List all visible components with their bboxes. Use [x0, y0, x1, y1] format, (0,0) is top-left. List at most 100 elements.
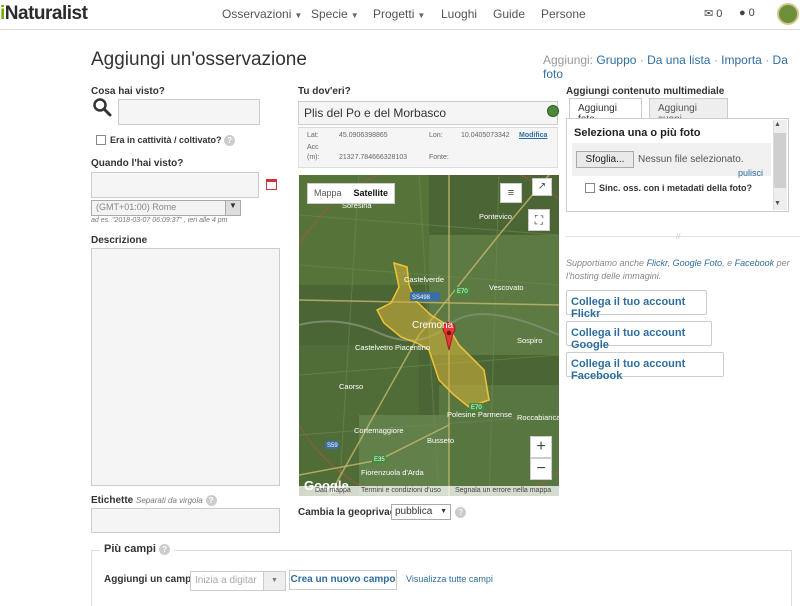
map-label-fiorenzuola: Fiorenzuola d'Arda — [361, 468, 425, 477]
what-label: Cosa hai visto? — [91, 86, 165, 97]
flickr-link[interactable]: Flickr — [647, 258, 668, 268]
tags-input[interactable] — [91, 508, 280, 533]
map-label-sospiro: Sospiro — [517, 336, 542, 345]
map-label-caorso: Caorso — [339, 382, 363, 391]
tab-add-photo[interactable]: Aggiungi foto — [569, 98, 642, 125]
road-label: E35 — [374, 457, 385, 463]
connect-facebook-button[interactable]: Collega il tuo account Facebook — [566, 352, 724, 382]
help-icon[interactable]: ? — [159, 543, 171, 555]
timezone-select[interactable]: (GMT+01:00) Rome — [91, 200, 241, 216]
add-from-list-link[interactable]: Da una lista — [647, 53, 710, 67]
help-icon[interactable]: ? — [455, 507, 466, 518]
map-terms-link[interactable]: Termini e condizioni d'uso — [361, 487, 441, 494]
map-tab-map[interactable]: Mappa — [308, 184, 348, 202]
nav-observations[interactable]: Osservazioni ▼ — [222, 7, 302, 21]
user-avatar[interactable] — [777, 3, 799, 25]
tags-label: Etichette Separati da virgola ? — [91, 495, 217, 506]
calendar-icon[interactable] — [266, 179, 277, 190]
geoprivacy-select[interactable]: pubblica ▼ — [391, 504, 451, 520]
speech-bubble-icon: ● — [739, 7, 746, 19]
more-fields-title: Più campi ? — [100, 543, 175, 555]
species-input[interactable] — [118, 99, 260, 125]
facebook-link[interactable]: Facebook — [735, 258, 775, 268]
road-label: E70 — [471, 405, 482, 411]
view-all-fields-link[interactable]: Visualizza tutte campi — [406, 574, 493, 584]
date-example: ad es. "2018-03-07 06:09:37" , ieri alle… — [91, 217, 228, 224]
tab-add-sound[interactable]: Aggiungi suoni — [649, 98, 728, 125]
chevron-down-icon[interactable]: ▼ — [225, 201, 240, 215]
add-field-label: Aggiungi un campo — [104, 574, 198, 585]
lon-label: Lon: — [429, 132, 443, 139]
location-label: Tu dov'eri? — [298, 86, 351, 97]
nav-people[interactable]: Persone — [541, 7, 586, 21]
nav-places[interactable]: Luoghi — [441, 7, 477, 21]
acc-value: 21327.784666328103 — [339, 154, 408, 161]
sync-metadata-label: Sinc. oss. con i metadati della foto? — [599, 183, 753, 193]
description-label: Descrizione — [91, 235, 148, 246]
media-label: Aggiungi contenuto multimediale — [566, 86, 725, 97]
notifications-link[interactable]: ● 0 — [739, 7, 755, 19]
layers-icon[interactable]: ≡ — [500, 183, 522, 203]
add-via-links: Aggiungi: Gruppo · Da una lista · Import… — [543, 53, 788, 81]
no-file-text: Nessun file selezionato. — [638, 154, 744, 165]
inaturalist-logo[interactable]: iNaturalist — [0, 3, 88, 25]
external-link-icon[interactable]: ↗ — [532, 178, 552, 196]
nav-guides[interactable]: Guide — [493, 7, 525, 21]
map-type-control: Mappa Satellite — [307, 183, 396, 204]
connect-google-button[interactable]: Collega il tuo account Google — [566, 321, 712, 351]
map-view[interactable]: Soresina Pontevico Castelverde Vescovato… — [299, 175, 559, 496]
zoom-in-button[interactable]: + — [530, 436, 552, 458]
map-label-castelvetro: Castelvetro Piacentino — [355, 343, 430, 352]
map-label-cortemaggiore: Cortemaggiore — [354, 426, 404, 435]
map-label-polesine: Polesine Parmense — [447, 410, 512, 419]
google-photos-link[interactable]: Google Foto — [673, 258, 723, 268]
lat-label: Lat: — [307, 132, 319, 139]
envelope-icon: ✉ — [704, 8, 714, 20]
map-label-cremona: Cremona — [412, 320, 454, 331]
acc-label: Acc (m): — [307, 144, 320, 161]
select-photos-label: Seleziona una o più foto — [574, 127, 701, 139]
when-label: Quando l'hai visto? — [91, 158, 184, 169]
field-search-input[interactable]: Inizia a digitar — [190, 571, 264, 591]
import-link[interactable]: Importa — [721, 53, 762, 67]
chevron-down-icon[interactable]: ▼ — [263, 571, 286, 591]
zoom-out-button[interactable]: − — [530, 458, 552, 480]
add-group-link[interactable]: Gruppo — [596, 53, 636, 67]
description-textarea[interactable] — [91, 248, 280, 486]
map-data-link[interactable]: Dati mappa — [315, 487, 351, 494]
globe-icon[interactable] — [547, 105, 559, 117]
source-label: Fonte: — [429, 154, 449, 161]
browse-button[interactable]: Sfoglia... — [576, 151, 634, 168]
date-input[interactable] — [91, 172, 259, 198]
captive-label: Era in cattività / coltivato? ? — [110, 135, 236, 147]
map-label-pontevico: Pontevico — [479, 212, 512, 221]
scrollbar-thumb[interactable] — [774, 133, 786, 188]
lon-value: 10.0405073342 — [461, 132, 510, 139]
messages-link[interactable]: ✉ 0 — [704, 7, 722, 20]
road-label: SS498 — [412, 295, 431, 301]
nav-species[interactable]: Specie ▼ — [311, 7, 359, 21]
map-label-busseto: Busseto — [427, 436, 454, 445]
map-label-vescovato: Vescovato — [489, 283, 524, 292]
search-icon — [93, 98, 112, 117]
map-report-link[interactable]: Segnala un errore nella mappa — [455, 487, 551, 494]
map-label-roccabianca: Roccabianca — [517, 413, 559, 422]
road-label: S59 — [327, 443, 338, 449]
map-footer: Dati mappa Termini e condizioni d'uso Se… — [299, 486, 559, 496]
edit-coords-link[interactable]: Modifica — [519, 132, 547, 139]
captive-checkbox[interactable] — [96, 135, 106, 145]
sync-metadata-checkbox[interactable] — [585, 183, 595, 193]
help-icon[interactable]: ? — [224, 135, 236, 147]
scroll-up-icon[interactable]: ▲ — [774, 121, 781, 128]
scroll-down-icon[interactable]: ▼ — [774, 200, 781, 207]
divider — [566, 236, 800, 237]
map-tab-satellite[interactable]: Satellite — [348, 184, 395, 202]
create-field-button[interactable]: Crea un nuovo campo — [289, 570, 397, 590]
place-input[interactable]: Plis del Po e del Morbasco — [298, 101, 558, 125]
nav-projects[interactable]: Progetti ▼ — [373, 7, 425, 21]
clear-link[interactable]: pulisci — [738, 168, 763, 178]
page-title: Aggiungi un'osservazione — [91, 49, 307, 70]
help-icon[interactable]: ? — [205, 495, 217, 506]
connect-flickr-button[interactable]: Collega il tuo account Flickr — [566, 290, 707, 320]
fullscreen-icon[interactable]: ⛶ — [528, 209, 550, 231]
